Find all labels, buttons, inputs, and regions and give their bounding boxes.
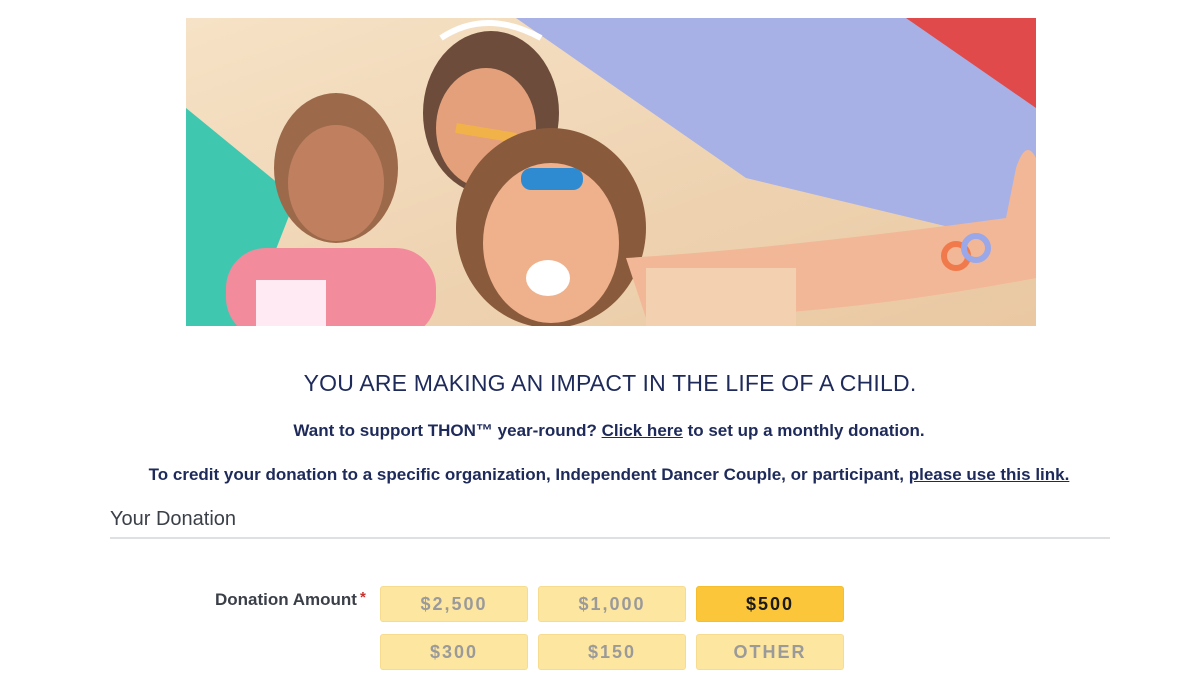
amount-option-500[interactable]: $500 (696, 586, 844, 622)
amount-option-150[interactable]: $150 (538, 634, 686, 670)
hero-photo (186, 18, 1036, 326)
credit-donation-prompt: To credit your donation to a specific or… (0, 465, 1190, 485)
required-indicator: * (359, 589, 366, 606)
monthly-donation-link[interactable]: Click here (602, 421, 683, 440)
donation-amount-label: Donation Amount * (215, 589, 366, 610)
monthly-donation-prompt: Want to support THON™ year-round? Click … (0, 421, 1190, 441)
monthly-prompt-suffix: to set up a monthly donation. (687, 421, 925, 440)
credit-prompt-text: To credit your donation to a specific or… (148, 465, 904, 484)
amount-option-2500[interactable]: $2,500 (380, 586, 528, 622)
donation-amount-label-text: Donation Amount (215, 590, 357, 609)
section-title-your-donation: Your Donation (110, 508, 237, 530)
amount-option-other[interactable]: OTHER (696, 634, 844, 670)
amount-option-300[interactable]: $300 (380, 634, 528, 670)
monthly-prompt-text: Want to support THON™ year-round? (293, 421, 597, 440)
credit-donation-link[interactable]: please use this link. (909, 465, 1070, 484)
amount-option-1000[interactable]: $1,000 (538, 586, 686, 622)
page-headline: YOU ARE MAKING AN IMPACT IN THE LIFE OF … (303, 370, 917, 396)
hero-image (186, 18, 1036, 326)
section-divider (110, 537, 1110, 539)
